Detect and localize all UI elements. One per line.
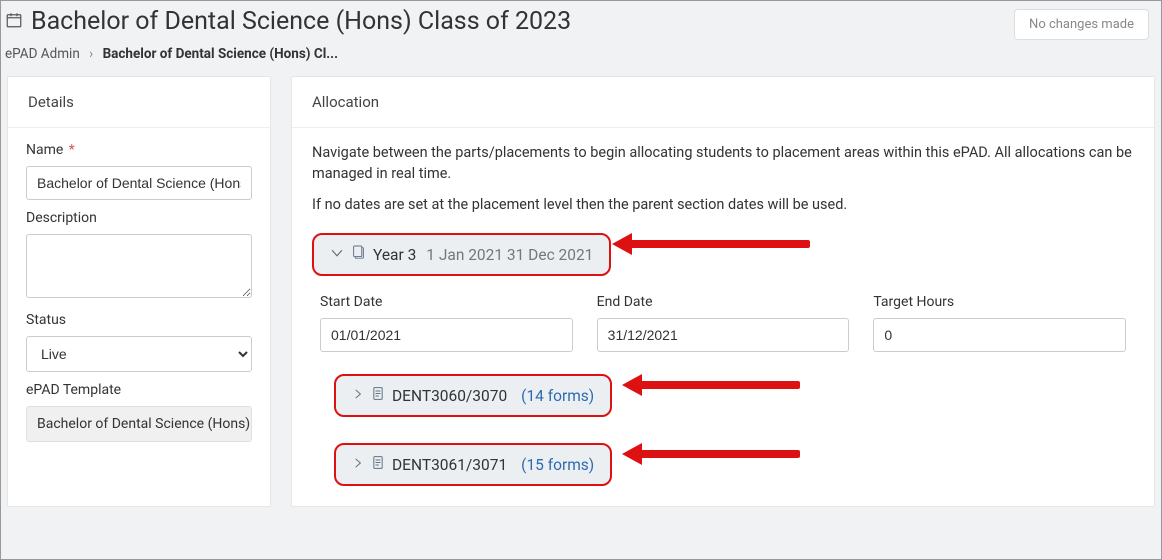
no-changes-button: No changes made bbox=[1014, 9, 1149, 40]
allocation-panel: Allocation Navigate between the parts/pl… bbox=[291, 76, 1155, 507]
forms-count: (15 forms) bbox=[521, 456, 594, 474]
target-hours-label: Target Hours bbox=[873, 294, 1126, 310]
breadcrumb-current: Bachelor of Dental Science (Hons) Cl... bbox=[103, 46, 338, 62]
chevron-down-icon bbox=[330, 246, 344, 264]
description-field[interactable] bbox=[26, 234, 252, 298]
form-icon bbox=[372, 386, 384, 405]
allocation-header: Allocation bbox=[292, 77, 1154, 128]
page-title-text: Bachelor of Dental Science (Hons) Class … bbox=[31, 7, 571, 36]
calendar-icon bbox=[5, 10, 23, 34]
template-readonly: Bachelor of Dental Science (Hons) bbox=[26, 406, 252, 442]
status-select[interactable]: Live bbox=[26, 336, 252, 372]
page-header: Bachelor of Dental Science (Hons) Class … bbox=[1, 1, 1161, 40]
status-label: Status bbox=[26, 312, 252, 328]
start-date-label: Start Date bbox=[320, 294, 573, 310]
section-dent3061[interactable]: DENT3061/3071 (15 forms) bbox=[334, 443, 612, 486]
start-date-field[interactable] bbox=[320, 318, 573, 352]
forms-count: (14 forms) bbox=[521, 387, 594, 405]
section-title: DENT3060/3070 bbox=[392, 387, 507, 405]
section-title: Year 3 bbox=[373, 246, 416, 264]
chevron-right-icon bbox=[352, 457, 364, 473]
details-header: Details bbox=[8, 77, 270, 128]
section-dent3060[interactable]: DENT3060/3070 (14 forms) bbox=[334, 374, 612, 417]
end-date-label: End Date bbox=[597, 294, 850, 310]
section-title: DENT3061/3071 bbox=[392, 456, 507, 474]
template-label: ePAD Template bbox=[26, 382, 252, 398]
end-date-field[interactable] bbox=[597, 318, 850, 352]
helper-text-1: Navigate between the parts/placements to… bbox=[312, 142, 1134, 184]
section-daterange: 1 Jan 2021 31 Dec 2021 bbox=[426, 246, 593, 264]
chevron-right-icon: › bbox=[89, 46, 93, 62]
name-field[interactable] bbox=[26, 166, 252, 200]
page-title: Bachelor of Dental Science (Hons) Class … bbox=[5, 7, 1157, 36]
breadcrumb: ePAD Admin › Bachelor of Dental Science … bbox=[1, 40, 1161, 76]
form-icon bbox=[372, 455, 384, 474]
name-label: Name * bbox=[26, 142, 252, 158]
target-hours-field[interactable] bbox=[873, 318, 1126, 352]
details-panel: Details Name * Description Status Live e… bbox=[7, 76, 271, 507]
description-label: Description bbox=[26, 210, 252, 226]
chevron-right-icon bbox=[352, 388, 364, 404]
breadcrumb-root-link[interactable]: ePAD Admin bbox=[5, 46, 80, 62]
document-icon bbox=[352, 245, 365, 264]
section-year-3[interactable]: Year 3 1 Jan 2021 31 Dec 2021 bbox=[312, 233, 611, 276]
helper-text-2: If no dates are set at the placement lev… bbox=[312, 194, 1134, 215]
